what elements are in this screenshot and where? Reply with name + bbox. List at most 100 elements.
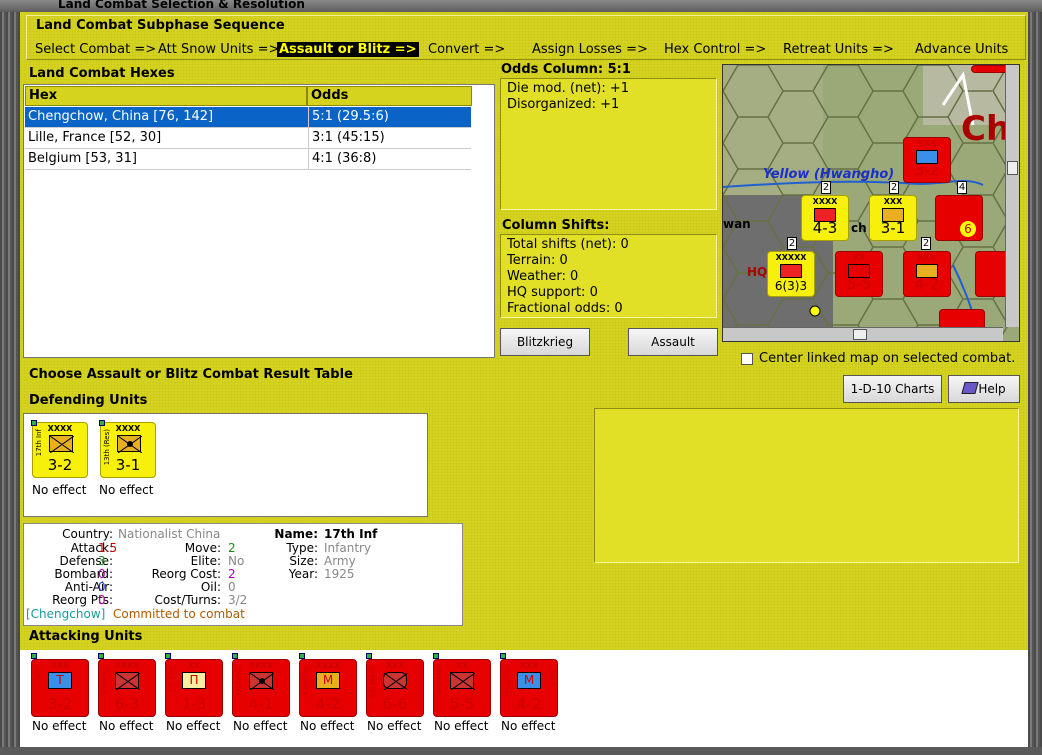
year-value: 1925 bbox=[324, 567, 355, 581]
die-mod: Die mod. (net): +1 bbox=[507, 81, 630, 96]
result-panel bbox=[594, 408, 1019, 563]
table-row[interactable]: Belgium [53, 31] 4:1 (36:8) bbox=[25, 149, 471, 170]
unit-effect: No effect bbox=[501, 719, 556, 733]
help-button[interactable]: Help bbox=[948, 375, 1020, 403]
center-map-checkbox[interactable] bbox=[741, 353, 753, 365]
assault-button[interactable]: Assault bbox=[628, 328, 718, 356]
unit-stats: 6(3)3 bbox=[774, 279, 808, 293]
unit-symbol-icon: T bbox=[48, 672, 72, 689]
unit-name: 23rd Inf bbox=[101, 666, 109, 694]
map-hscrollbar[interactable] bbox=[723, 327, 1003, 341]
unit-stats: 4-2 bbox=[914, 275, 940, 293]
unit-effect: No effect bbox=[166, 719, 221, 733]
step-select-combat: Select Combat => bbox=[35, 42, 157, 57]
unit-stats: 4-1 bbox=[248, 695, 274, 713]
map-vscroll-thumb[interactable] bbox=[1007, 161, 1018, 175]
blitzkrieg-button[interactable]: Blitzkrieg bbox=[500, 328, 590, 356]
odds-cell: 4:1 (36:8) bbox=[308, 149, 376, 170]
unit-name: 5th Mech bbox=[369, 666, 377, 699]
infantry-symbol-icon bbox=[115, 672, 141, 691]
map-unit[interactable]: XXX 3-2 bbox=[903, 137, 951, 183]
type-key: Type: bbox=[286, 541, 318, 555]
unit-stats: 5-5 bbox=[449, 695, 475, 713]
col-hex-header[interactable]: Hex bbox=[25, 86, 307, 106]
unit-stats: 3-1 bbox=[115, 456, 141, 474]
crt-label: Choose Assault or Blitz Combat Result Ta… bbox=[29, 367, 353, 382]
reorg-cost-value: 2 bbox=[228, 567, 236, 581]
shift-terrain: Terrain: 0 bbox=[507, 253, 568, 268]
attacking-header: Attacking Units bbox=[29, 629, 143, 644]
unit-stats: 4-2 bbox=[516, 695, 542, 713]
move-value: 2 bbox=[228, 541, 236, 555]
mech-symbol-icon bbox=[383, 672, 409, 691]
bottom-frame bbox=[0, 747, 1042, 755]
unit-effect: No effect bbox=[434, 719, 489, 733]
unit-name: 33rd Gdr bbox=[235, 666, 243, 698]
step-advance: Advance Units bbox=[915, 42, 1009, 57]
map-hscroll-thumb[interactable] bbox=[853, 329, 867, 340]
disorganized: Disorganized: +1 bbox=[507, 97, 620, 112]
table-row[interactable]: Chengchow, China [76, 142] 5:1 (29.5:6) bbox=[25, 107, 471, 128]
type-value: Infantry bbox=[324, 541, 372, 555]
attacking-unit[interactable]: XXXX Nanking M 4-2 bbox=[299, 653, 357, 717]
map-unit[interactable]: XX 5-5 bbox=[835, 251, 883, 297]
attacking-unit[interactable]: XXXX 23rd Inf 6-3 bbox=[98, 653, 156, 717]
map-vscrollbar[interactable] bbox=[1005, 65, 1019, 327]
year-key: Year: bbox=[288, 567, 318, 581]
unit-stats: 6-6 bbox=[382, 695, 408, 713]
elite-key: Elite: bbox=[190, 554, 221, 568]
elite-value: No bbox=[228, 554, 245, 568]
defending-unit[interactable]: XXXX 13th (Res) 3-1 bbox=[99, 420, 156, 478]
move-key: Move: bbox=[184, 541, 221, 555]
map-unit[interactable]: XXX 4-2 bbox=[903, 251, 951, 297]
unit-effect: No effect bbox=[367, 719, 422, 733]
status-dot-icon bbox=[165, 653, 171, 659]
unit-tag: MAN bbox=[548, 670, 556, 687]
reorg-cost-key: Reorg Cost: bbox=[151, 567, 221, 581]
map-unit[interactable]: XXXX 4-3 bbox=[801, 195, 849, 241]
unit-name: 17th Inf bbox=[35, 429, 43, 457]
cost-turns-value: 3/2 bbox=[228, 593, 248, 607]
shift-total: Total shifts (net): 0 bbox=[507, 237, 629, 252]
oil-key: Oil: bbox=[200, 580, 221, 594]
col-odds-header[interactable]: Odds bbox=[307, 86, 472, 106]
unit-symbol-icon bbox=[780, 264, 802, 278]
stack-count: 2 bbox=[821, 181, 831, 194]
map-text-hq: HQ bbox=[747, 265, 768, 279]
unit-stats: 1-3 bbox=[181, 695, 207, 713]
attacking-unit[interactable]: XXX Hsuzhou M MAN 4-2 bbox=[500, 653, 558, 717]
attacking-unit[interactable]: XXX 5th Mech 6-6 bbox=[366, 653, 424, 717]
attacking-unit[interactable]: XXXX 33rd Gdr 4-1 bbox=[232, 653, 290, 717]
step-convert: Convert => bbox=[428, 42, 506, 57]
charts-button[interactable]: 1-D-10 Charts bbox=[843, 375, 942, 403]
linked-map[interactable]: Ch Yellow (Hwangho) wan ch HQ XXX 3-2 XXX… bbox=[722, 64, 1020, 342]
map-text-wan: wan bbox=[723, 217, 751, 231]
unit-name: Hsuzhou bbox=[503, 666, 511, 697]
country-value: Nationalist China bbox=[118, 527, 221, 541]
defending-unit[interactable]: XXXX 17th Inf 3-2 bbox=[31, 420, 88, 478]
table-row[interactable]: Lille, France [52, 30] 3:1 (45:15) bbox=[25, 128, 471, 149]
unit-name: 2nd Mot bbox=[436, 666, 444, 695]
center-map-label: Center linked map on selected combat. bbox=[759, 351, 1016, 366]
step-att-snow: Att Snow Units => bbox=[158, 42, 280, 57]
map-unit[interactable]: XXX 3-1 bbox=[869, 195, 917, 241]
attacking-unit[interactable]: XX 1st Eng Π 1-3 bbox=[165, 653, 223, 717]
unit-stats: 3-2 bbox=[47, 456, 73, 474]
unit-size: XX bbox=[852, 253, 866, 262]
shift-fractional: Fractional odds: 0 bbox=[507, 301, 623, 316]
attacking-unit[interactable]: XX 2nd Mot 5-5 bbox=[433, 653, 491, 717]
unit-effect: No effect bbox=[300, 719, 355, 733]
infantry-symbol-icon bbox=[117, 435, 143, 454]
unit-name: 1st Eng bbox=[168, 666, 176, 693]
hexes-table: Hex Odds Chengchow, China [76, 142] 5:1 (… bbox=[23, 84, 495, 358]
step-retreat: Retreat Units => bbox=[783, 42, 894, 57]
unit-effect: No effect bbox=[99, 483, 154, 497]
name-key: Name: bbox=[274, 527, 318, 541]
map-unit[interactable]: XXXXX 6(3)3 bbox=[767, 251, 815, 297]
unit-stats: 4-2 bbox=[315, 695, 341, 713]
map-city-label: Ch bbox=[961, 109, 1011, 149]
antiair-value: 0 bbox=[98, 580, 106, 594]
attack-value: 1.5 bbox=[98, 541, 118, 555]
attacking-unit[interactable]: XXX Tem T 3-2 bbox=[31, 653, 89, 717]
map-unit[interactable]: 6 bbox=[935, 195, 983, 241]
